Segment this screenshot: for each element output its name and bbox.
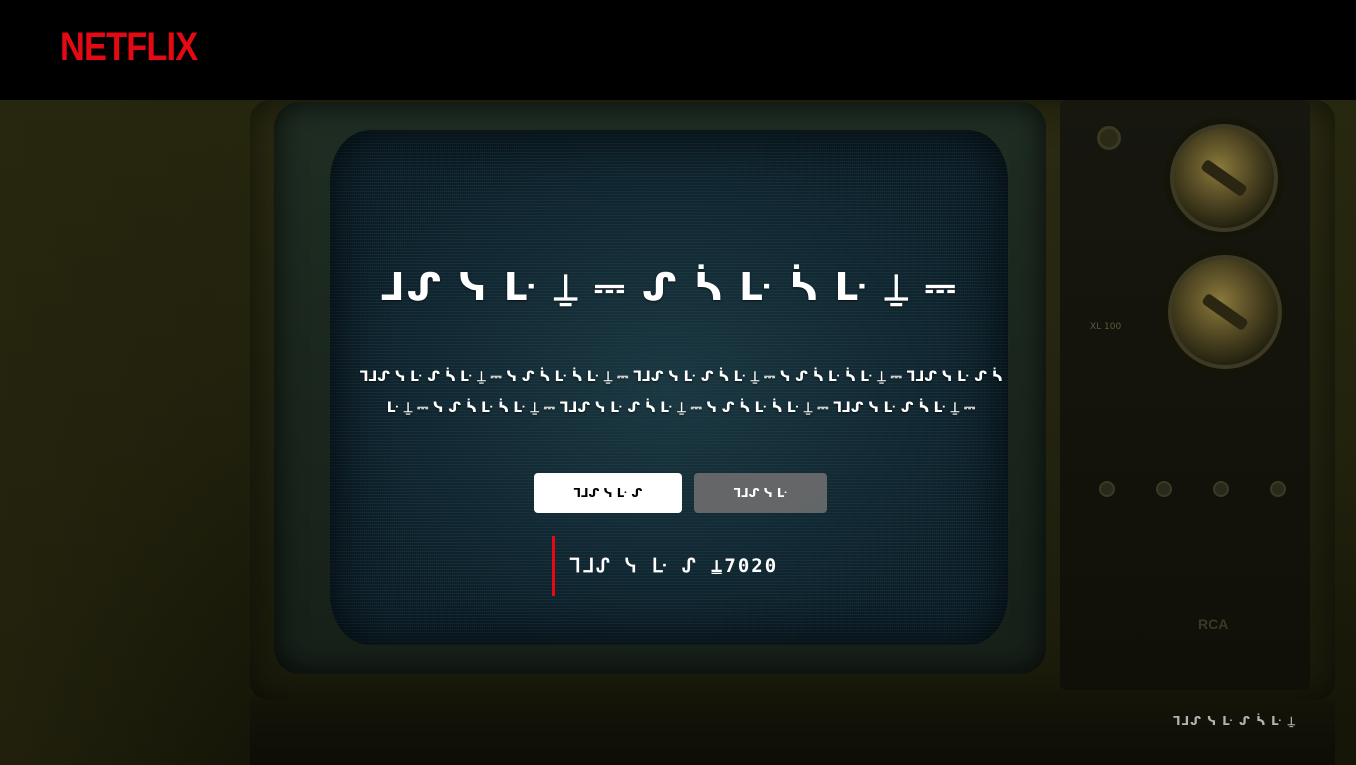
- netflix-logo[interactable]: NETFLIX: [60, 27, 198, 67]
- error-code-text: ᒣᒧᔑ ᓭ ᒷ ᔑ ⍊7020: [569, 555, 779, 577]
- top-bar: NETFLIX: [0, 0, 1356, 100]
- primary-action-button[interactable]: ᒣᒧᔑ ᓭ ᒷ ᔑ: [534, 473, 682, 513]
- error-description: ᒣᒧᔑ ᓭ ᒷ ᔑ ᓵ ᒷ ⍊ ⎓ ᓭ ᔑ ᓵ ᒷ ᓵ ᒷ ⍊ ⎓ ᒣᒧᔑ ᓭ …: [359, 369, 1003, 416]
- error-page: NETFLIX XL 100 RCA ᒧᔑ ᓭ ᒷ ⍊ ⎓ ᔑ ᓵ ᒷ ᓵ ᒷ …: [0, 0, 1356, 765]
- error-content: ᒧᔑ ᓭ ᒷ ⍊ ⎓ ᔑ ᓵ ᒷ ᓵ ᒷ ⍊ ⎓ ᒣᒧᔑ ᓭ ᒷ ᔑ ᓵ ᒷ ⍊…: [0, 100, 1356, 765]
- secondary-action-button[interactable]: ᒣᒧᔑ ᓭ ᒷ: [694, 473, 827, 513]
- error-code: ᒣᒧᔑ ᓭ ᒷ ᔑ ⍊7020: [552, 536, 778, 596]
- error-headline: ᒧᔑ ᓭ ᒷ ⍊ ⎓ ᔑ ᓵ ᒷ ᓵ ᒷ ⍊ ⎓: [380, 265, 958, 309]
